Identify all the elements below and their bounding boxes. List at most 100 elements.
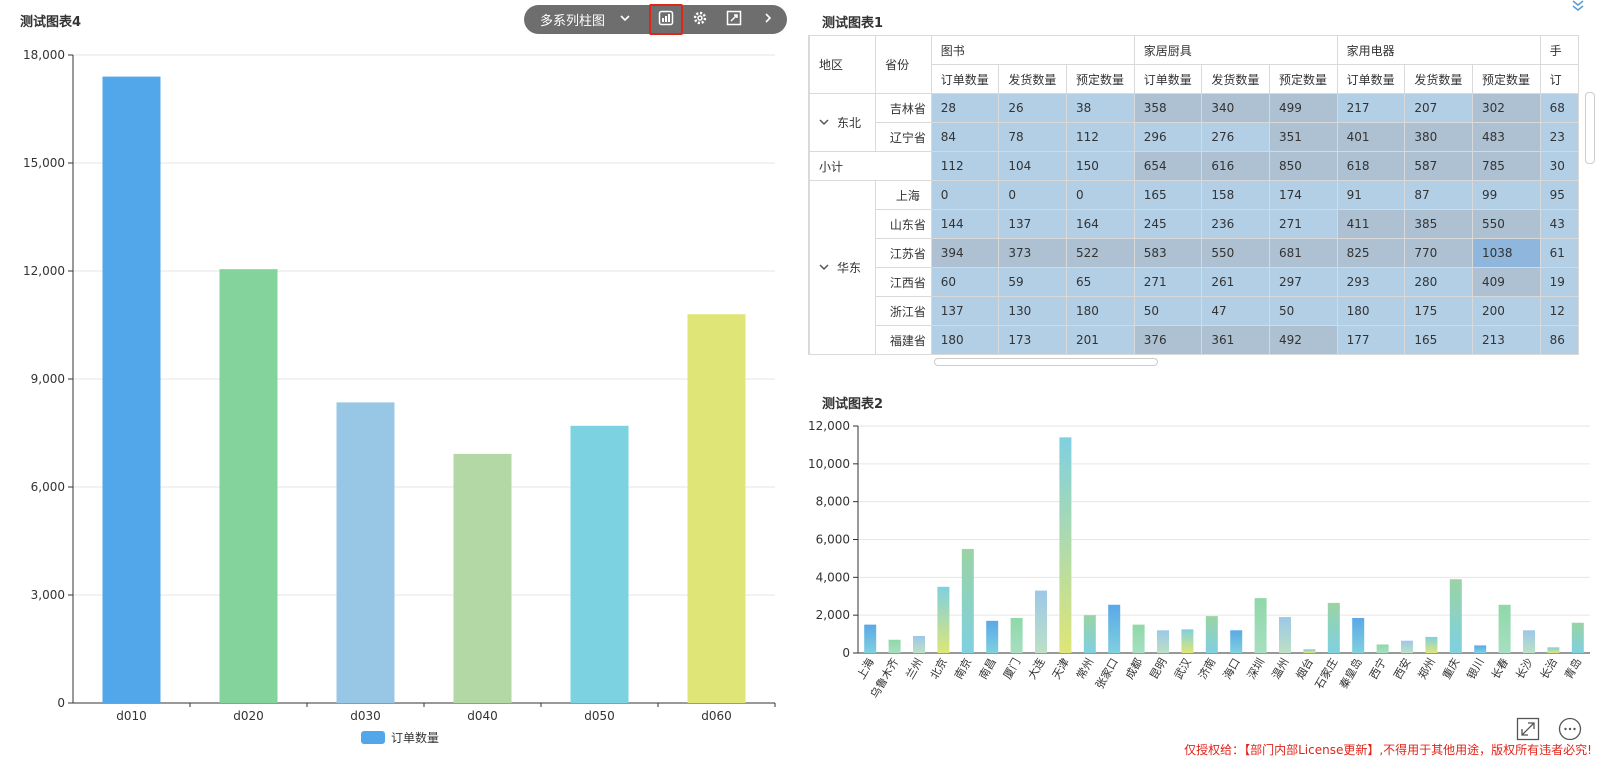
header-measure: 订单数量 (930, 64, 1000, 94)
x-tick-label: 重庆 (1439, 656, 1462, 682)
bar-南昌 (986, 620, 999, 653)
value-cell: 825 (1336, 238, 1406, 268)
region-cell[interactable]: 华东 (809, 180, 877, 355)
subtotal-cell: 850 (1269, 151, 1338, 181)
collapse-chevron-icon[interactable] (819, 117, 829, 130)
legend-label: 订单数量 (391, 730, 439, 745)
y-tick-label: 8,000 (816, 495, 850, 509)
x-tick-label: 北京 (927, 656, 950, 682)
value-cell: 180 (930, 325, 1000, 355)
table-vertical-scrollbar[interactable] (1585, 92, 1595, 164)
value-cell: 26 (998, 93, 1068, 123)
subtotal-cell: 104 (998, 151, 1068, 181)
value-cell: 43 (1539, 209, 1579, 239)
province-cell: 上海 (875, 180, 932, 210)
bar-d050 (570, 425, 629, 703)
bar-深圳 (1254, 598, 1267, 653)
x-tick-label: 天津 (1050, 656, 1072, 682)
value-cell: 302 (1471, 93, 1541, 123)
subtotal-cell: 587 (1404, 151, 1473, 181)
value-cell: 180 (1336, 296, 1406, 326)
value-cell: 358 (1133, 93, 1203, 123)
value-cell: 38 (1066, 93, 1135, 123)
y-tick-label: 6,000 (31, 480, 65, 494)
chart4-bar-chart: 0 3,000 6,000 9,000 12,000 15,000 18,000 d010 d0… (23, 48, 776, 745)
value-cell: 84 (930, 122, 1000, 152)
value-cell: 373 (998, 238, 1068, 268)
value-cell: 297 (1269, 267, 1338, 297)
legend-swatch (361, 731, 385, 744)
value-cell: 99 (1471, 180, 1541, 210)
value-cell: 340 (1201, 93, 1270, 123)
value-cell: 522 (1066, 238, 1135, 268)
double-chevron-down-icon[interactable] (1571, 0, 1585, 16)
license-notice: 仅授权给：【部门内部License更新】,不得用于其他用途，版权所有违者必究! (1184, 743, 1592, 757)
y-tick-label: 3,000 (31, 588, 65, 602)
region-label: 东北 (837, 116, 862, 130)
value-cell: 376 (1133, 325, 1203, 355)
header-group: 家居厨具 (1133, 35, 1338, 65)
province-cell: 江苏省 (875, 238, 932, 268)
value-cell: 137 (930, 296, 1000, 326)
province-cell: 辽宁省 (875, 122, 932, 152)
value-cell: 174 (1269, 180, 1338, 210)
x-tick-label: d030 (350, 709, 381, 723)
x-tick-label: 青岛 (1561, 656, 1584, 682)
region-label: 华东 (837, 261, 862, 275)
bar-济南 (1205, 616, 1218, 653)
x-tick-label: 西宁 (1366, 656, 1389, 682)
value-cell: 47 (1201, 296, 1270, 326)
x-tick-label: 长治 (1537, 656, 1560, 682)
value-cell: 158 (1201, 180, 1270, 210)
value-cell: 68 (1539, 93, 1579, 123)
bar-石家庄 (1327, 602, 1340, 653)
province-cell: 山东省 (875, 209, 932, 239)
table-horizontal-scrollbar[interactable] (934, 358, 1158, 366)
value-cell: 207 (1404, 93, 1473, 123)
x-tick-label: d050 (584, 709, 615, 723)
bar-d020 (219, 269, 278, 703)
value-cell: 0 (998, 180, 1068, 210)
bar-昆明 (1157, 630, 1169, 653)
value-cell: 78 (998, 122, 1068, 152)
bar-成都 (1132, 624, 1145, 653)
value-cell: 0 (930, 180, 1000, 210)
bar-秦皇岛 (1352, 618, 1365, 653)
subtotal-cell: 616 (1201, 151, 1270, 181)
value-cell: 59 (998, 267, 1068, 297)
y-tick-label: 12,000 (808, 419, 850, 433)
x-tick-label: 银川 (1464, 656, 1487, 682)
bar-武汉 (1181, 629, 1194, 653)
bar-d040 (453, 453, 512, 703)
x-tick-label: 昆明 (1147, 656, 1169, 682)
subtotal-cell: 785 (1471, 151, 1541, 181)
value-cell: 19 (1539, 267, 1579, 297)
value-cell: 0 (1066, 180, 1135, 210)
x-tick-label: d040 (467, 709, 498, 723)
bar-北京 (937, 586, 950, 653)
x-tick-label: 上海 (854, 656, 877, 682)
bar-郑州 (1425, 636, 1438, 653)
value-cell: 50 (1133, 296, 1203, 326)
value-cell: 60 (930, 267, 1000, 297)
value-cell: 770 (1404, 238, 1473, 268)
value-cell: 236 (1201, 209, 1270, 239)
x-tick-label: d010 (116, 709, 147, 723)
value-cell: 351 (1269, 122, 1338, 152)
bar-长治 (1547, 647, 1560, 653)
collapse-chevron-icon[interactable] (819, 262, 829, 275)
region-cell[interactable]: 东北 (809, 93, 877, 152)
province-cell: 江西省 (875, 267, 932, 297)
x-tick-label: 长沙 (1513, 656, 1535, 682)
y-tick-label: 4,000 (816, 570, 850, 584)
value-cell: 499 (1269, 93, 1338, 123)
value-cell: 550 (1471, 209, 1541, 239)
value-cell: 65 (1066, 267, 1135, 297)
value-cell: 296 (1133, 122, 1203, 152)
x-tick-label: 武汉 (1172, 656, 1194, 682)
value-cell: 130 (998, 296, 1068, 326)
x-tick-label: 南京 (951, 656, 974, 682)
x-tick-label: 张家口 (1092, 656, 1121, 692)
subtotal-cell: 112 (930, 151, 1000, 181)
x-tick-label: 南昌 (977, 656, 999, 682)
